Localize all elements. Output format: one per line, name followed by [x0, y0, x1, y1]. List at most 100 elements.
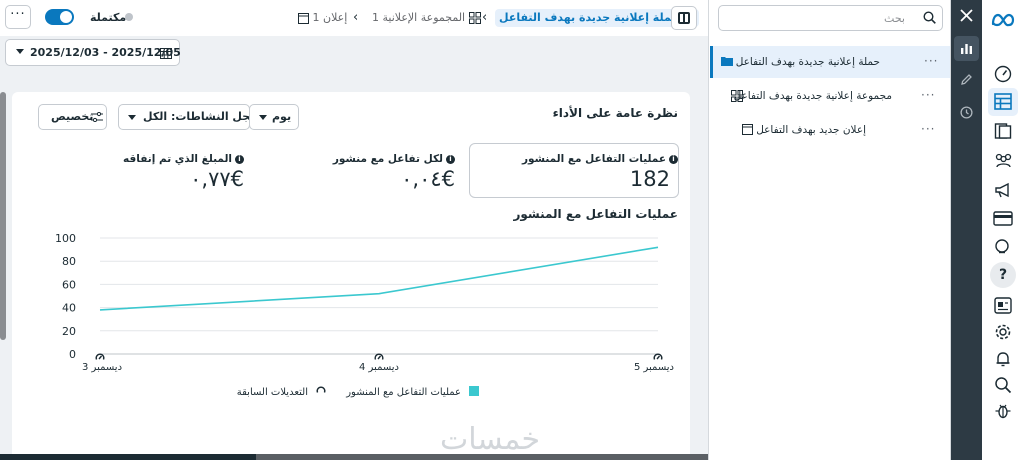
more-options-icon[interactable]: ··· [921, 88, 935, 102]
info-icon[interactable]: i [235, 154, 244, 164]
legend-label: عمليات التفاعل مع المنشور [345, 387, 461, 398]
secondary-nav-rail [951, 0, 982, 460]
granularity-dropdown[interactable]: يوم [249, 104, 299, 130]
chart-title: عمليات التفاعل مع المنشور [513, 207, 678, 221]
bar-chart-icon [961, 44, 972, 54]
y-tick-label: 40 [62, 302, 76, 315]
table-icon [994, 93, 1012, 110]
info-icon[interactable]: i [446, 154, 455, 164]
campaign-toggle[interactable] [45, 9, 74, 25]
search-box[interactable] [718, 5, 943, 31]
campaign-tree-panel: ··· حملة إعلانية جديدة بهدف التفاعل ··· … [708, 0, 951, 460]
edit-marker-icon [95, 353, 105, 360]
metric-label: لكل تفاعل مع منشور i [333, 153, 455, 165]
y-tick-label: 20 [62, 325, 76, 338]
more-options-icon[interactable]: ··· [921, 122, 935, 136]
granularity-label: يوم [272, 110, 292, 123]
clock-icon[interactable] [960, 106, 973, 119]
date-range-label: 2025/12/03 - 2025/12/05 [30, 46, 181, 59]
megaphone-icon[interactable] [994, 181, 1012, 199]
breadcrumb-campaign[interactable]: حملة إعلانية جديدة بهدف التفاعل [495, 9, 700, 27]
search-icon [923, 11, 936, 24]
ad-window-icon [298, 12, 309, 24]
search-input[interactable] [725, 10, 905, 26]
pages-icon[interactable] [994, 122, 1012, 140]
tree-item-label: إعلان جديد بهدف التفاعل [756, 124, 866, 136]
metric-label-text: لكل تفاعل مع منشور [332, 153, 443, 165]
main-nav-rail: ? [982, 0, 1024, 460]
bar-chart-tab[interactable] [954, 36, 979, 61]
metric-value: ٠,٠٤€ [401, 167, 455, 191]
info-icon[interactable]: i [669, 154, 678, 164]
activity-log-dropdown[interactable]: سجل النشاطات: الكل [118, 104, 261, 130]
performance-card: نظرة عامة على الأداء تخصيص سجل النشاطات:… [12, 92, 690, 460]
x-tick-label: 4 ديسمبر [359, 362, 399, 373]
help-icon[interactable]: ? [990, 262, 1016, 288]
grid-icon [731, 90, 743, 102]
x-tick-label: 5 ديسمبر [634, 362, 674, 373]
card-title: نظرة عامة على الأداء [552, 106, 678, 120]
breadcrumb-ad-label: 1 إعلان [312, 11, 348, 24]
calendar-icon [160, 48, 172, 59]
metric-label-text: عمليات التفاعل مع المنشور [522, 153, 666, 165]
breadcrumb-adset[interactable]: 1 المجموعة الإعلانية [372, 9, 481, 27]
more-options-icon[interactable]: ··· [924, 54, 938, 68]
breadcrumb-adset-label: 1 المجموعة الإعلانية [372, 11, 466, 24]
caret-down-icon [128, 115, 136, 120]
more-options-button[interactable]: ··· [5, 5, 31, 29]
toggle-knob [60, 11, 72, 23]
bell-icon[interactable] [994, 350, 1012, 368]
billing-card-icon[interactable] [993, 211, 1013, 226]
ads-manager-tab[interactable] [988, 88, 1018, 116]
watermark: خمسات [440, 422, 541, 457]
close-icon[interactable] [960, 9, 973, 22]
pencil-icon[interactable] [960, 73, 973, 86]
date-range-picker[interactable]: 2025/12/03 - 2025/12/05 [5, 39, 181, 66]
horizontal-scrollbar[interactable] [0, 454, 708, 460]
chevron-left-icon: ‹ [353, 10, 359, 25]
meta-logo-icon[interactable] [991, 13, 1015, 27]
search-person-icon[interactable] [994, 238, 1012, 256]
tree-item-label: حملة إعلانية جديدة بهدف التفاعل [735, 56, 880, 68]
customize-button[interactable]: تخصيص [38, 104, 107, 130]
y-tick-label: 0 [69, 348, 76, 361]
edit-marker-icon [316, 386, 326, 393]
toggle-panel-button[interactable] [671, 6, 697, 30]
audience-icon[interactable] [994, 152, 1013, 168]
status-label: مكتملة [90, 11, 127, 24]
x-tick-label: 3 ديسمبر [82, 362, 122, 373]
y-tick-label: 100 [55, 232, 76, 245]
breadcrumb-ad[interactable]: 1 إعلان [298, 9, 347, 27]
caret-down-icon [259, 115, 267, 120]
activity-log-label: سجل النشاطات: الكل [143, 110, 261, 123]
sliders-icon [91, 112, 103, 122]
customize-label: تخصيص [51, 110, 94, 123]
tree-item-adset[interactable]: ··· مجموعة إعلانية جديدة بهدف التفاعل [710, 80, 950, 112]
edit-marker-icon [374, 353, 384, 360]
chevron-left-icon: ‹ [482, 10, 488, 25]
gear-icon[interactable] [994, 323, 1012, 341]
ad-window-icon [742, 124, 753, 135]
y-tick-label: 80 [62, 255, 76, 268]
bug-icon[interactable] [994, 402, 1012, 420]
scrollbar-thumb[interactable] [0, 454, 256, 460]
tree-item-campaign[interactable]: ··· حملة إعلانية جديدة بهدف التفاعل [710, 46, 950, 78]
top-toolbar: ··· مكتملة 1 إعلان ‹ 1 المجموعة الإعلاني… [0, 0, 708, 36]
metric-label: عمليات التفاعل مع المنشور i [522, 153, 678, 165]
line-chart: 0 20 40 60 80 100 3 ديسمبر 4 ديسمبر 5 ديسمبر عملي… [55, 232, 674, 398]
search-icon[interactable] [994, 376, 1012, 394]
metric-label-text: المبلغ الذي تم إنفاقه [123, 153, 232, 165]
caret-down-icon [16, 49, 24, 54]
grid-icon [468, 12, 481, 24]
legend-swatch [469, 386, 479, 396]
tree-item-ad[interactable]: ··· إعلان جديد بهدف التفاعل [710, 114, 950, 146]
reports-icon[interactable] [994, 297, 1012, 314]
scrollbar-thumb[interactable] [0, 92, 6, 340]
series-line [99, 246, 659, 311]
sidebar-panel-icon [678, 12, 690, 24]
metric-label: المبلغ الذي تم إنفاقه i [123, 153, 244, 165]
dashboard-gauge-icon[interactable] [994, 65, 1012, 83]
legend-label: التعديلات السابقة [237, 387, 308, 398]
main-area: ··· مكتملة 1 إعلان ‹ 1 المجموعة الإعلاني… [0, 0, 708, 460]
tree-item-label: مجموعة إعلانية جديدة بهدف التفاعل [733, 90, 892, 102]
